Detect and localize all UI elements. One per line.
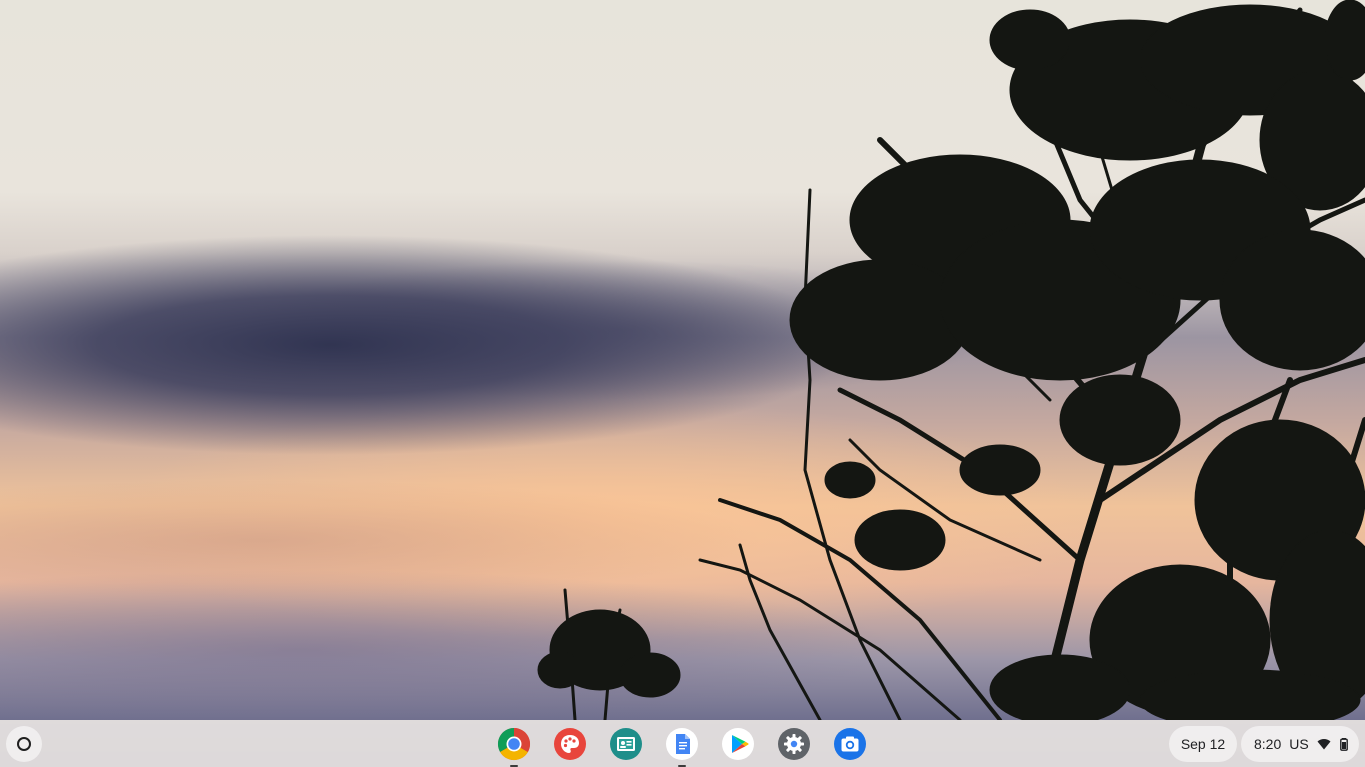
classroom-icon [609, 727, 643, 761]
clock-time: 8:20 [1254, 736, 1282, 752]
gear-icon [777, 727, 811, 761]
palette-icon [553, 727, 587, 761]
camera-icon [833, 727, 867, 761]
shelf-app-play-store[interactable] [721, 727, 755, 761]
launcher-button[interactable] [6, 726, 42, 762]
wifi-icon [1317, 737, 1331, 751]
shelf-app-settings[interactable] [777, 727, 811, 761]
shelf-app-classroom[interactable] [609, 727, 643, 761]
tree-silhouette [537, 0, 1365, 720]
shelf: Sep 12 8:20 US [0, 720, 1365, 767]
desktop-wallpaper [0, 0, 1365, 767]
date-label: Sep 12 [1180, 736, 1226, 752]
chrome-icon [497, 727, 531, 761]
shelf-app-docs[interactable] [665, 727, 699, 767]
calendar-date-button[interactable]: Sep 12 [1169, 726, 1237, 762]
shelf-app-camera[interactable] [833, 727, 867, 761]
play-store-icon [721, 727, 755, 761]
input-method-label: US [1289, 736, 1309, 752]
launcher-circle-icon [17, 737, 31, 751]
docs-icon [665, 727, 699, 761]
shelf-app-chrome[interactable] [497, 727, 531, 767]
shelf-app-canvas[interactable] [553, 727, 587, 761]
battery-icon [1337, 737, 1351, 751]
status-area-button[interactable]: 8:20 US [1241, 726, 1359, 762]
